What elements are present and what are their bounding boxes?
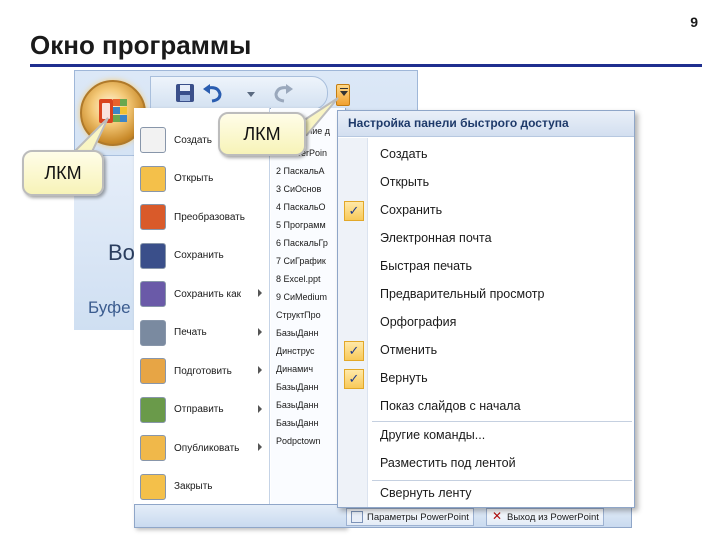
convert-icon (140, 204, 166, 230)
undo-icon[interactable] (200, 82, 226, 104)
recent-document-item[interactable]: 5 Программ (276, 220, 342, 230)
qat-minimize-ribbon[interactable]: Свернуть ленту (380, 486, 472, 500)
exit-powerpoint-button[interactable]: ✕ Выход из PowerPoint (486, 508, 604, 526)
submenu-arrow-icon (258, 404, 262, 413)
recent-document-item[interactable]: БазыДанн (276, 328, 342, 338)
qat-more-commands[interactable]: Другие команды... (380, 428, 485, 442)
checkmark-icon: ✓ (344, 201, 364, 221)
office-menu-item-label: Сохранить (174, 250, 224, 261)
qat-menu-item[interactable]: Вернуть (380, 371, 428, 385)
office-menu-item[interactable]: Закрыть (140, 471, 268, 503)
powerpoint-options-button[interactable]: Параметры PowerPoint (346, 508, 474, 526)
recent-document-item[interactable]: БазыДанн (276, 400, 342, 410)
save-as-icon (140, 281, 166, 307)
recent-document-item[interactable]: 2 ПаскальА (276, 166, 342, 176)
qat-menu-item[interactable]: Предварительный просмотр (380, 287, 544, 301)
office-menu-item[interactable]: Отправить (140, 394, 268, 426)
recent-document-item[interactable]: Podpctown (276, 436, 342, 446)
close-folder-icon (140, 473, 166, 500)
recent-document-item[interactable]: 9 СиMedium (276, 292, 342, 302)
prepare-icon (140, 358, 166, 384)
menu-separator (372, 421, 632, 422)
menu-separator (372, 480, 632, 481)
ribbon-partial-label: Во (108, 240, 135, 265)
submenu-arrow-icon (258, 327, 262, 336)
submenu-arrow-icon (258, 443, 262, 451)
exit-powerpoint-label: Выход из PowerPoint (507, 511, 599, 523)
close-icon: ✕ (491, 509, 503, 523)
recent-document-item[interactable]: Динамич (276, 364, 342, 374)
checkmark-icon: ✓ (344, 369, 364, 389)
qat-menu-item[interactable]: Сохранить (380, 203, 442, 217)
office-menu-item-label: Подготовить (174, 365, 232, 377)
qat-menu-item[interactable]: Орфография (380, 315, 456, 329)
office-menu-item-label: Открыть (174, 173, 214, 184)
new-document-icon (140, 127, 166, 153)
save-icon (140, 242, 166, 269)
office-menu-item[interactable]: Сохранить (140, 240, 268, 272)
recent-document-item[interactable]: БазыДанн (276, 382, 342, 392)
qat-minimize-label: Свернуть ленту (380, 486, 472, 500)
print-icon (140, 319, 166, 346)
recent-document-item[interactable]: 4 ПаскальО (276, 202, 342, 212)
qat-place-below-ribbon[interactable]: Разместить под лентой (380, 456, 516, 470)
slide-title: Окно программы (30, 30, 252, 60)
office-menu-item[interactable]: Преобразовать (140, 201, 268, 233)
recent-document-item[interactable]: БазыДанн (276, 418, 342, 428)
office-menu-item[interactable]: Сохранить как (140, 278, 268, 310)
office-menu-item-label: Закрыть (174, 481, 213, 492)
recent-document-item[interactable]: 7 СиГрафик (276, 256, 342, 266)
title-underline (30, 64, 702, 67)
send-icon (140, 396, 166, 423)
recent-document-item[interactable]: СтруктПро (276, 310, 342, 320)
callout-left: ЛКМ (22, 150, 104, 196)
submenu-arrow-icon (258, 289, 262, 297)
qat-menu-item[interactable]: Открыть (380, 175, 429, 189)
office-menu-item-label: Создать (174, 134, 213, 146)
qat-customize-menu (337, 110, 635, 508)
options-icon (351, 511, 363, 523)
office-menu-item-label: Печать (174, 327, 207, 338)
qat-menu-item[interactable]: Создать (380, 147, 428, 161)
qat-menu-check-column (338, 138, 368, 507)
office-menu-item-label: Сохранить как (174, 288, 242, 300)
office-menu-item[interactable]: Опубликовать (140, 432, 268, 464)
qat-menu-item[interactable]: Быстрая печать (380, 259, 472, 273)
qat-menu-item[interactable]: Электронная почта (380, 231, 492, 245)
office-menu-item[interactable]: Открыть (140, 163, 268, 195)
checkmark-icon: ✓ (344, 341, 364, 361)
open-folder-icon (140, 165, 166, 192)
publish-icon (140, 435, 166, 461)
qat-more-commands-label: Другие команды... (380, 428, 486, 442)
callout-top: ЛКМ (218, 112, 306, 156)
office-menu-item-label: Отправить (174, 404, 224, 415)
qat-menu-item[interactable]: Отменить (380, 343, 437, 357)
office-menu-item[interactable]: Печать (140, 317, 268, 349)
recent-document-item[interactable]: 3 СиОснов (276, 184, 342, 194)
recent-document-item[interactable]: 8 Excel.ppt (276, 274, 342, 284)
office-menu-item[interactable]: Подготовить (140, 355, 268, 387)
qat-place-below-label: Разместить под лентой (380, 456, 516, 470)
undo-dropdown-icon[interactable] (244, 82, 258, 104)
recent-document-item[interactable]: 6 ПаскальГр (276, 238, 342, 248)
save-icon[interactable] (172, 82, 198, 104)
qat-menu-item[interactable]: Показ слайдов с начала (380, 399, 521, 413)
ribbon-group-label: Буфе (88, 298, 131, 317)
office-menu-item-label: Опубликовать (174, 442, 240, 454)
office-menu-item-label: Преобразовать (174, 211, 245, 223)
submenu-arrow-icon (258, 366, 262, 374)
powerpoint-options-label: Параметры PowerPoint (367, 511, 469, 523)
page-number: 9 (690, 14, 698, 30)
qat-menu-header: Настройка панели быстрого доступа (338, 111, 634, 137)
recent-document-item[interactable]: Динструс (276, 346, 342, 356)
